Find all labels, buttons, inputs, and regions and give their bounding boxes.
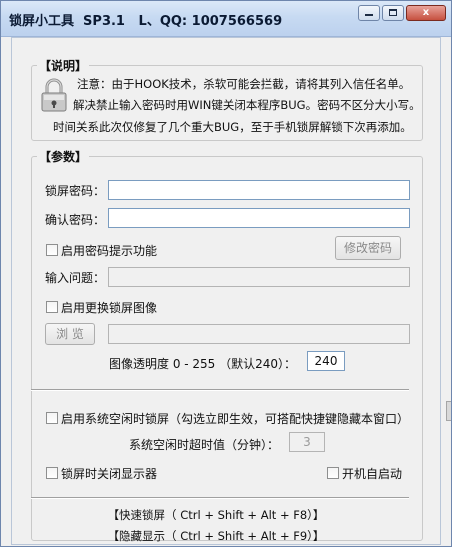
notice-heading: 【说明】 bbox=[37, 57, 90, 74]
notice-line-2: 解决禁止输入密码时用WIN键关闭本程序BUG。密码不区分大小写。 bbox=[73, 98, 421, 112]
browse-button[interactable]: 浏 览 bbox=[45, 323, 95, 345]
enable-hint-label[interactable]: 启用密码提示功能 bbox=[61, 242, 157, 259]
lock-icon bbox=[41, 78, 67, 112]
lock-password-label: 锁屏密码： bbox=[45, 184, 106, 198]
autostart-checkbox[interactable] bbox=[327, 467, 339, 479]
idle-lock-checkbox[interactable] bbox=[46, 412, 58, 424]
title-bar[interactable]: 锁屏小工具 SP3.1 L、QQ: 1007566569 x bbox=[1, 1, 451, 37]
change-password-label: 修改密码 bbox=[343, 241, 392, 255]
monitor-off-checkbox[interactable] bbox=[46, 467, 58, 479]
opacity-label: 图像透明度 0 - 255 （默认240）： bbox=[109, 357, 297, 371]
hint-question-label: 输入问题： bbox=[45, 271, 106, 285]
image-path-input[interactable] bbox=[108, 324, 410, 344]
change-password-button[interactable]: 修改密码 bbox=[335, 236, 401, 260]
enable-image-label[interactable]: 启用更换锁屏图像 bbox=[61, 299, 157, 316]
confirm-password-input[interactable] bbox=[108, 208, 410, 228]
enable-hint-checkbox[interactable] bbox=[46, 244, 58, 256]
autostart-label[interactable]: 开机自启动 bbox=[342, 465, 402, 482]
app-window: 锁屏小工具 SP3.1 L、QQ: 1007566569 x 【说明】 注意：由… bbox=[0, 0, 452, 547]
hint-question-input[interactable] bbox=[108, 267, 410, 287]
notice-line-1: 注意：由于HOOK技术，杀软可能会拦截，请将其列入信任名单。 bbox=[77, 77, 411, 91]
minimize-button[interactable] bbox=[358, 5, 380, 21]
hotkey-divider bbox=[31, 497, 409, 499]
edge-scroll-tab[interactable] bbox=[446, 401, 451, 421]
notice-line-3: 时间关系此次仅修复了几个重大BUG，至于手机锁屏解锁下次再添加。 bbox=[53, 120, 412, 134]
window-title: 锁屏小工具 SP3.1 L、QQ: 1007566569 bbox=[9, 14, 283, 29]
opacity-value: 240 bbox=[314, 354, 338, 368]
browse-button-label: 浏 览 bbox=[56, 327, 84, 341]
confirm-password-label: 确认密码： bbox=[45, 213, 106, 227]
hide-show-hotkey: 【隐藏显示（ Ctrl + Shift + Alt + F9）】 bbox=[107, 529, 325, 543]
monitor-off-label[interactable]: 锁屏时关闭显示器 bbox=[61, 465, 157, 482]
params-heading: 【参数】 bbox=[37, 148, 90, 165]
section-divider bbox=[31, 389, 409, 391]
close-icon: x bbox=[422, 7, 430, 18]
enable-image-checkbox[interactable] bbox=[46, 301, 58, 313]
opacity-input[interactable]: 240 bbox=[307, 351, 345, 371]
idle-timeout-value: 3 bbox=[303, 435, 311, 449]
maximize-button[interactable] bbox=[382, 5, 404, 21]
lock-password-input[interactable] bbox=[108, 180, 410, 200]
minimize-icon bbox=[365, 14, 373, 16]
quick-lock-hotkey: 【快速锁屏（ Ctrl + Shift + Alt + F8）】 bbox=[107, 508, 325, 522]
maximize-icon bbox=[389, 9, 397, 16]
close-button[interactable]: x bbox=[406, 5, 446, 21]
idle-timeout-input[interactable]: 3 bbox=[289, 432, 325, 452]
idle-timeout-label: 系统空闲时超时值（分钟）： bbox=[129, 438, 280, 452]
idle-lock-label[interactable]: 启用系统空闲时锁屏（勾选立即生效，可搭配快捷键隐藏本窗口） bbox=[61, 410, 409, 427]
